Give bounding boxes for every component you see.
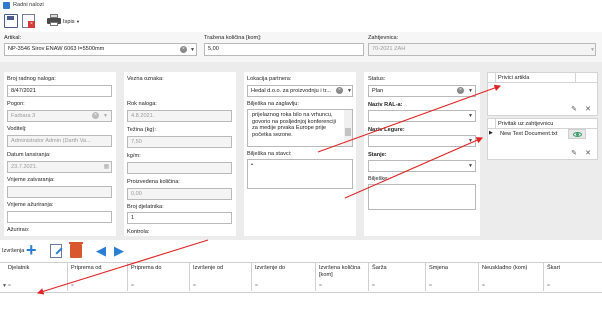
- arrow-to-grid: [36, 239, 209, 295]
- annotation-arrows: [36, 84, 502, 295]
- arrow-to-privitak-zahtjevnica: [344, 137, 484, 199]
